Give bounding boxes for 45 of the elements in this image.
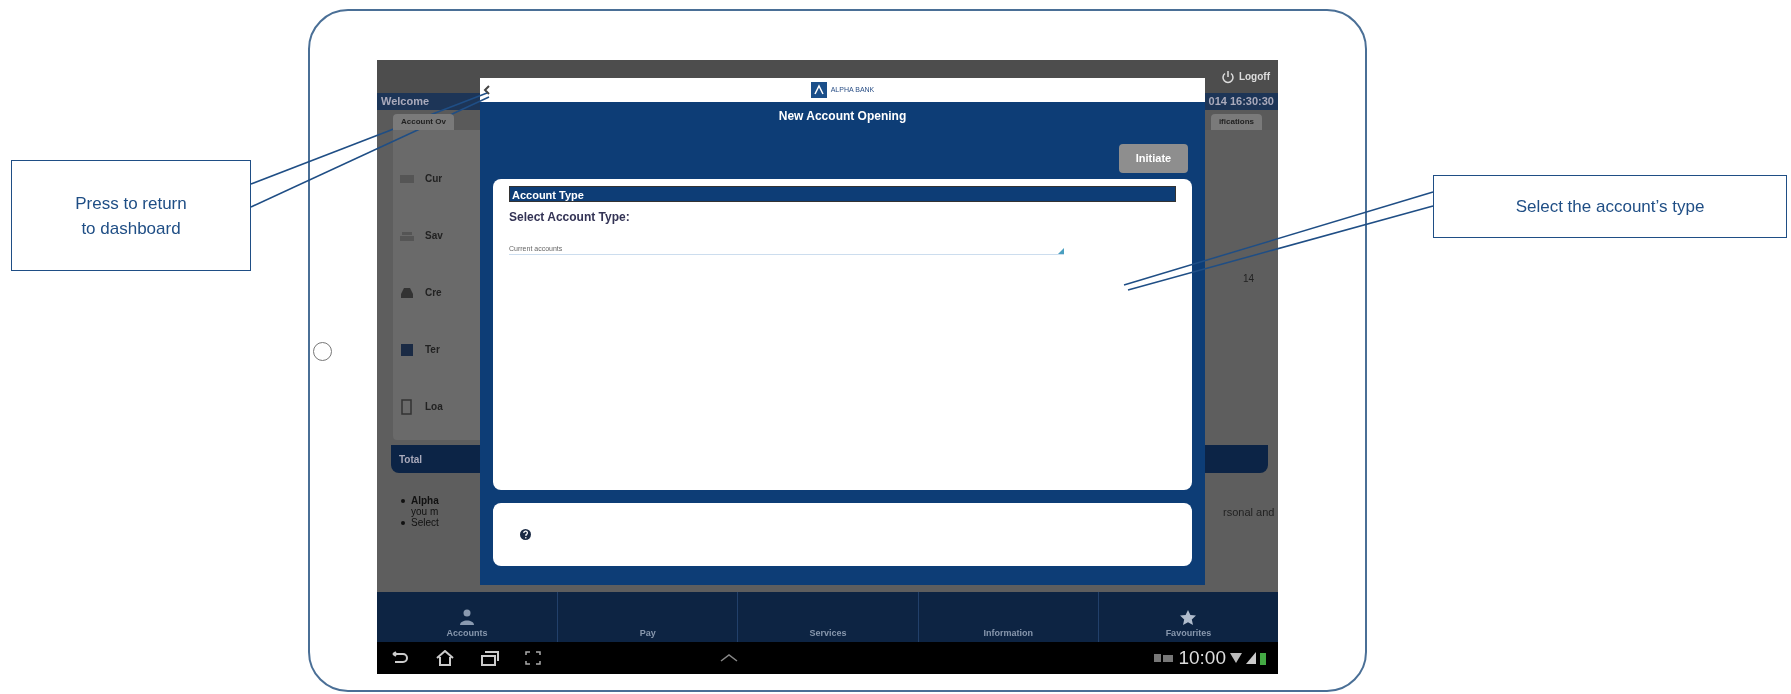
notification-icon [1154,653,1175,663]
signal-icon [1246,652,1256,664]
account-item[interactable]: Cre [425,285,442,300]
power-icon [1220,69,1235,84]
date-time: 014 16:30:30 [1208,94,1274,110]
tab[interactable]: ifications [1210,114,1262,130]
welcome-text: Welcome [381,94,430,110]
note-text: rsonal and [1223,505,1275,520]
battery-icon [1260,651,1266,665]
nav-tab[interactable]: Pay [639,626,656,640]
back-chevron-icon[interactable] [483,85,491,95]
recent-apps-icon[interactable] [481,650,499,666]
modal-title: New Account Opening [777,108,908,125]
callout-box: Press to return to dashboard [11,160,251,271]
nav-tab[interactable]: Information [983,626,1033,640]
clock-text: 10:00 [1178,645,1226,670]
nav-tab[interactable]: Services [809,626,847,640]
account-icon [399,398,415,415]
account-item[interactable]: Sav [425,228,443,243]
home-icon[interactable] [435,650,455,666]
bullet-icon [401,521,405,525]
account-item[interactable]: Loa [425,399,443,414]
callout-box: Select the account’s type [1433,175,1787,238]
account-item[interactable]: Ter [425,342,440,357]
section-header: Account Type [509,186,1176,202]
nav-tab[interactable]: Accounts [446,626,488,640]
screenshot-icon[interactable] [525,651,541,665]
account-item[interactable]: Cur [425,171,443,186]
nav-tab[interactable]: Favourites [1165,626,1212,640]
bank-logo-icon [810,82,827,98]
initiate-button[interactable]: Initiate [1119,144,1188,173]
help-icon[interactable] [520,529,531,540]
note-item: Alpha you m [401,495,439,517]
dropdown-corner-icon [1058,248,1064,254]
field-label: Select Account Type: [509,209,631,226]
tab[interactable]: Account Ov [393,114,454,130]
bullet-icon [401,499,405,503]
person-icon [460,608,475,625]
balance-text: 14 [1243,272,1255,286]
wifi-icon [1230,652,1242,664]
logoff-link[interactable]: Logoff [1238,69,1270,84]
total-label: Total [399,452,423,467]
note-item: Select [401,517,439,528]
star-icon [1180,609,1197,625]
chevron-up-icon[interactable] [720,653,738,662]
